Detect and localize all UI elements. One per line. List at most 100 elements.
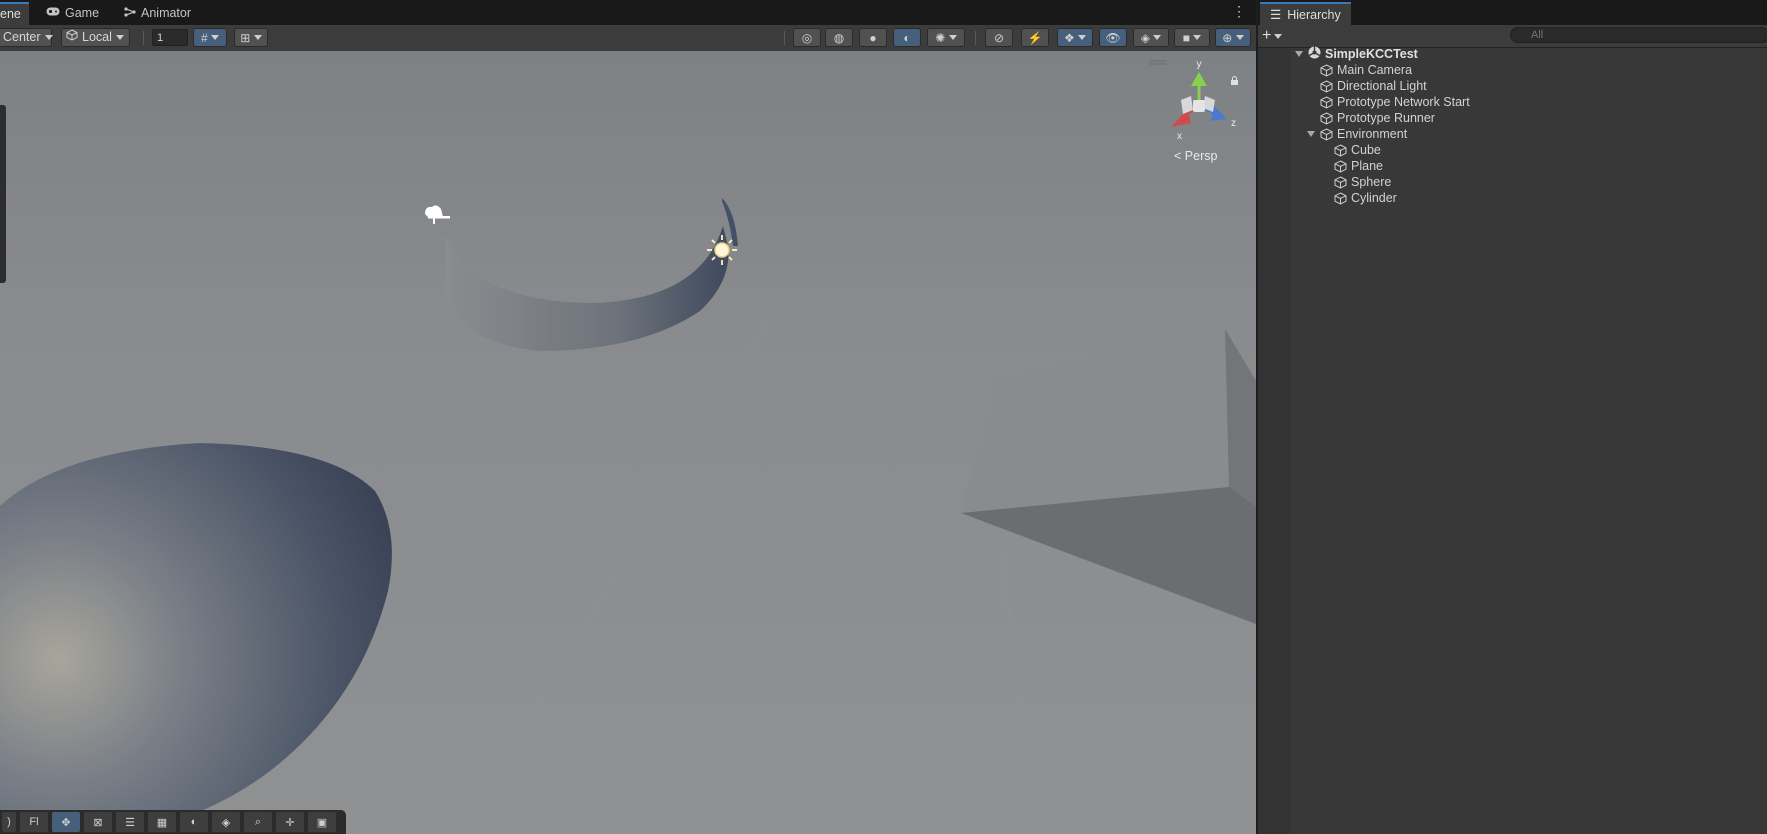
drag-handle-icon[interactable] [1149, 60, 1167, 65]
chevron-down-icon [253, 35, 262, 40]
hierarchy-item-prototype-runner[interactable]: Prototype Runner [1320, 110, 1435, 126]
cylinder-object[interactable] [445, 226, 729, 351]
orbit-tool-button[interactable]: ◐ [180, 812, 208, 832]
hierarchy-item-plane[interactable]: Plane [1334, 158, 1383, 174]
scene-name: SimpleKCCTest [1325, 47, 1418, 61]
move-tool-button[interactable]: ✥ [52, 812, 80, 832]
align-icon: ☰ [125, 816, 135, 829]
camera-icon: ■ [1182, 30, 1190, 45]
tab-game-label: Game [65, 6, 100, 20]
chevron-down-icon [1274, 33, 1283, 39]
hierarchy-search-input[interactable] [1510, 27, 1767, 43]
space-dropdown[interactable]: Local [61, 28, 130, 47]
move-icon: ✥ [61, 816, 71, 829]
camera-settings-button[interactable]: ■ [1174, 28, 1210, 47]
hierarchy-item-label: Plane [1351, 159, 1383, 173]
fl-label: Fl [29, 816, 39, 828]
tab-hierarchy[interactable]: ☰ Hierarchy [1260, 2, 1351, 25]
tab-game[interactable]: Game [38, 2, 107, 25]
pivot-dropdown[interactable]: Center [0, 28, 53, 47]
lock-icon[interactable] [1231, 76, 1238, 86]
scene-viewport[interactable]: y x z < Persp ) Fl ✥ ⊠ ☰ ▦ ◐ ◈ ⌕ ✛ ▣ [0, 51, 1256, 834]
grid-snap-icon: # [200, 30, 208, 45]
chevron-down-icon [1078, 35, 1087, 40]
hierarchy-item-sphere[interactable]: Sphere [1334, 174, 1391, 190]
2d-toggle-button[interactable]: ⊘ [985, 28, 1013, 47]
hierarchy-item-cylinder[interactable]: Cylinder [1334, 190, 1397, 206]
toolbar-divider [975, 31, 976, 45]
increment-snap-button[interactable]: ⊞ [234, 28, 268, 47]
gameobject-cube-icon [1320, 111, 1333, 125]
layer-tool-button[interactable]: ◈ [212, 812, 240, 832]
chevron-down-icon [115, 35, 124, 40]
hierarchy-item-label: Directional Light [1337, 79, 1427, 93]
wireframe-sphere-icon: ◎ [801, 30, 813, 45]
triangle-down-icon [1295, 51, 1303, 57]
align-tool-button[interactable]: ☰ [116, 812, 144, 832]
hierarchy-item-label: Prototype Network Start [1337, 95, 1470, 109]
grid-icon: ▦ [156, 816, 168, 829]
add-object-button[interactable]: + [1262, 27, 1283, 45]
hierarchy-title: Hierarchy [1287, 7, 1341, 22]
fold-toggle[interactable] [1294, 49, 1304, 59]
hierarchy-item-label: Main Camera [1337, 63, 1413, 77]
scene-toolbar: Center Local # ⊞ ◎ ◍ ● ◐ ✺ ⊘ ⚡ ❖ 👁 ◈ ■ ⊕ [0, 25, 1256, 52]
tab-animator-label: Animator [141, 6, 192, 20]
lighting-toggle-button[interactable]: ⚡ [1021, 28, 1049, 47]
overlay-tools-strip[interactable] [0, 105, 6, 283]
gizmos-button[interactable]: ⊕ [1215, 28, 1251, 47]
orbit-icon: ◐ [190, 816, 198, 828]
pivot-label: Center [3, 30, 41, 44]
scene-render: y x z [0, 59, 1256, 834]
projection-toggle[interactable]: < Persp [1174, 149, 1217, 163]
fl-button[interactable]: Fl [20, 812, 48, 832]
more-options-icon[interactable]: ⋮ [1232, 3, 1246, 20]
scene-visibility-button[interactable]: 👁 [1099, 28, 1127, 47]
audio-effects-button[interactable]: ❖ [1057, 28, 1093, 47]
gizmo-y-label: y [1197, 59, 1202, 70]
hierarchy-item-environment[interactable]: Environment [1306, 126, 1407, 142]
cube-object[interactable] [961, 329, 1229, 513]
zoom-tool-button[interactable]: ⌕ [244, 812, 272, 832]
chevron-down-icon [948, 35, 957, 40]
tool-button-partial[interactable]: ) [2, 812, 16, 832]
debug-draw-mode-button[interactable]: ✺ [927, 28, 965, 47]
gameobject-cube-icon [1334, 143, 1347, 157]
unlit-shading-button[interactable]: ● [859, 28, 887, 47]
lit-shading-button[interactable]: ◐ [893, 28, 921, 47]
hierarchy-tabbar: ☰ Hierarchy [1258, 0, 1767, 25]
scene-root-row[interactable]: SimpleKCCTest [1294, 46, 1418, 62]
grid-size-field[interactable] [152, 29, 188, 46]
pan-tool-button[interactable]: ✛ [276, 812, 304, 832]
cube-icon [66, 28, 78, 47]
bug-icon: ✺ [935, 30, 946, 45]
wireframe-shading-button[interactable]: ◎ [793, 28, 821, 47]
scene-panel: ene Game Animator ⋮ Center Local # ⊞ [0, 0, 1256, 834]
hierarchy-item-label: Sphere [1351, 175, 1392, 189]
hierarchy-item-cube[interactable]: Cube [1334, 142, 1381, 158]
hierarchy-item-main-camera[interactable]: Main Camera [1320, 62, 1412, 78]
grid-tool-button[interactable]: ▦ [148, 812, 176, 832]
gameobject-cube-icon [1334, 191, 1347, 205]
orientation-gizmo[interactable]: y x z [1171, 59, 1236, 142]
animator-icon [124, 2, 136, 25]
chevron-down-icon [1193, 35, 1202, 40]
lighting-off-icon: ⚡ [1027, 30, 1043, 45]
chevron-down-icon [1153, 35, 1162, 40]
sphere-object[interactable] [0, 443, 392, 834]
tab-scene[interactable]: ene [0, 2, 29, 25]
hierarchy-item-prototype-network-start[interactable]: Prototype Network Start [1320, 94, 1470, 110]
chevron-down-icon [1235, 35, 1244, 40]
shaded-wireframe-button[interactable]: ◍ [825, 28, 853, 47]
camera-tool-button[interactable]: ▣ [308, 812, 336, 832]
grid-snap-button[interactable]: # [193, 28, 227, 47]
fold-toggle[interactable] [1306, 129, 1316, 139]
tab-animator[interactable]: Animator [116, 2, 199, 25]
camera-gizmo-icon[interactable] [425, 205, 450, 224]
eye-icon: 👁 [1105, 30, 1121, 45]
layers-button[interactable]: ◈ [1133, 28, 1169, 47]
hierarchy-panel: ☰ Hierarchy + ⌕ SimpleKCCTest Main Camer… [1256, 0, 1767, 834]
hierarchy-item-directional-light[interactable]: Directional Light [1320, 78, 1427, 94]
scale-icon: ⊠ [93, 816, 103, 829]
scale-tool-button[interactable]: ⊠ [84, 812, 112, 832]
